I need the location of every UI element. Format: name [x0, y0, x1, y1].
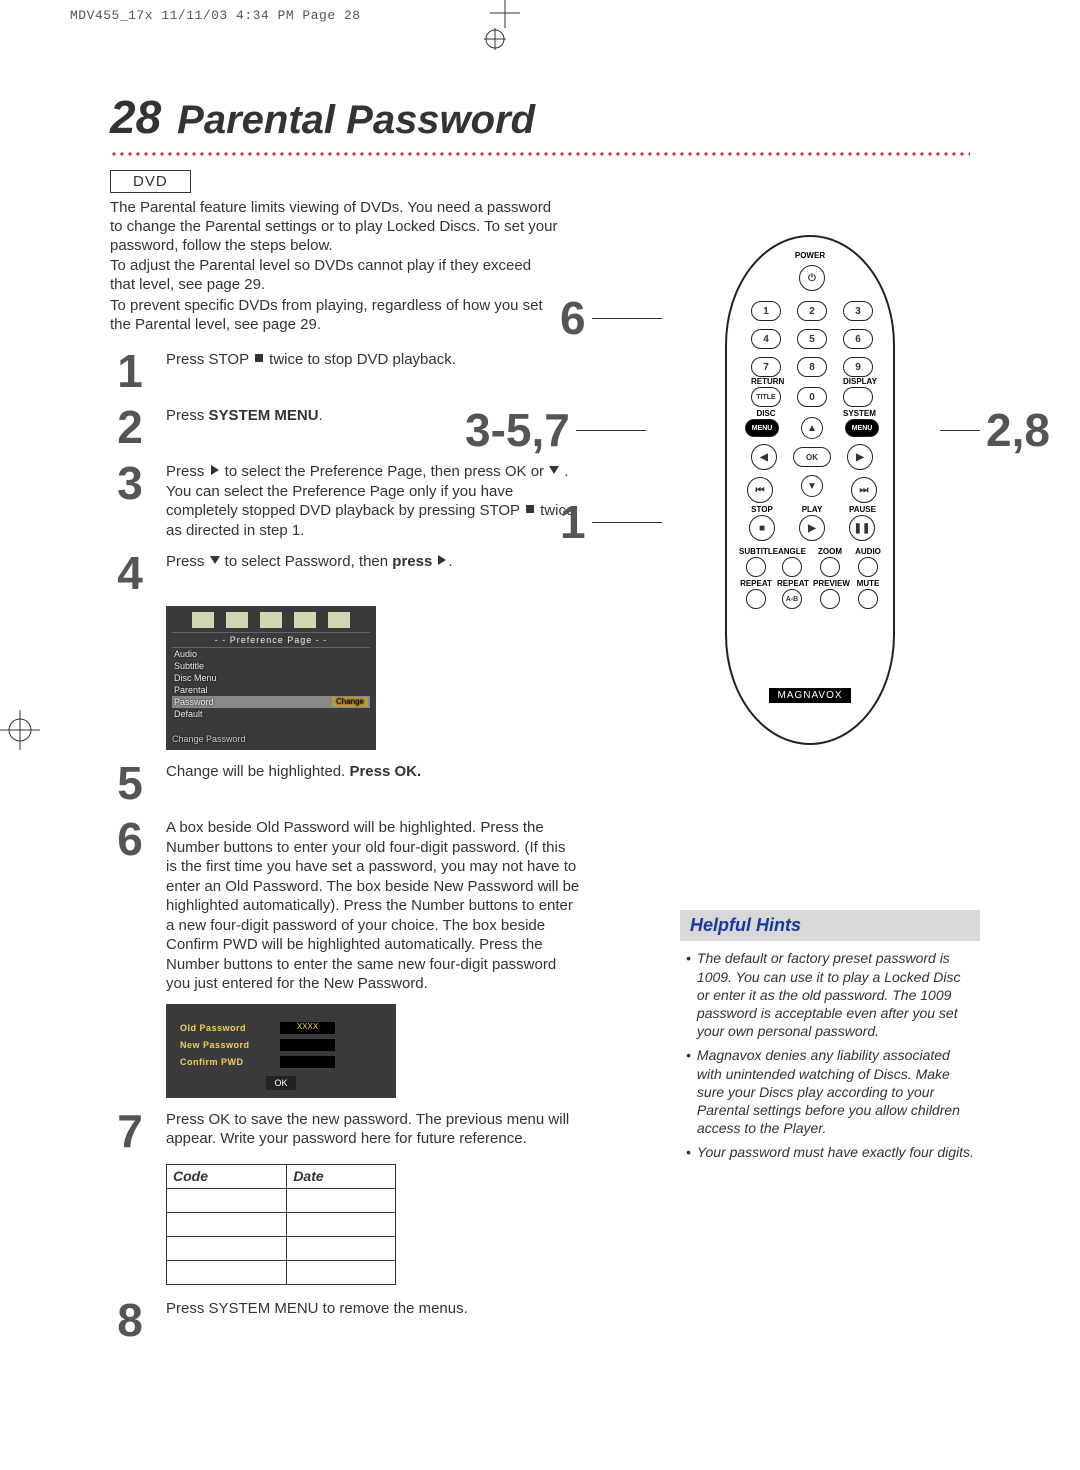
display-button[interactable] [843, 387, 873, 407]
disc-menu-button[interactable]: MENU [745, 419, 779, 437]
system-menu-button[interactable]: MENU [845, 419, 879, 437]
step-body-1: Press STOP twice to stop DVD playback. [166, 348, 580, 394]
num-6-button[interactable]: 6 [843, 329, 873, 349]
code-date-table: CodeDate [166, 1164, 396, 1285]
table-row [167, 1236, 396, 1260]
nav-right-button[interactable]: ▶ [847, 444, 873, 470]
step-body-7: Press OK to save the new password. The p… [166, 1108, 580, 1154]
num-8-button[interactable]: 8 [797, 357, 827, 377]
step-body-3: Press to select the Preference Page, the… [166, 460, 580, 540]
angle-button[interactable] [782, 557, 802, 577]
intro-p2: To adjust the Parental level so DVDs can… [110, 257, 560, 295]
table-row [167, 1260, 396, 1284]
down-icon [548, 464, 560, 476]
right-icon [209, 464, 221, 476]
zoom-button[interactable] [820, 557, 840, 577]
num-2-button[interactable]: 2 [797, 301, 827, 321]
step-body-4: Press to select Password, then press . [166, 550, 580, 596]
osd-password-entry: Old Password New Password Confirm PWD OK [166, 1004, 396, 1098]
ok-button[interactable]: OK [793, 447, 831, 467]
system-label: SYSTEM [843, 409, 873, 418]
repeat-ab-label: REPEAT [777, 579, 807, 588]
num-5-button[interactable]: 5 [797, 329, 827, 349]
repeat-ab-button[interactable]: A-B [782, 589, 802, 609]
callout-6: 6 [560, 291, 662, 345]
brand-label: MAGNAVOX [769, 688, 850, 703]
title-button[interactable]: TITLE [751, 387, 781, 407]
step-num-7: 7 [110, 1108, 150, 1154]
helpful-hints-title: Helpful Hints [680, 910, 980, 941]
disc-label: DISC [751, 409, 781, 418]
angle-label: ANGLE [777, 547, 807, 556]
step-num-3: 3 [110, 460, 150, 540]
step-body-5: Change will be highlighted. Press OK. [166, 760, 580, 806]
down-icon [209, 554, 221, 566]
callout-357: 3-5,7 [465, 403, 646, 457]
mute-button[interactable] [858, 589, 878, 609]
prev-button[interactable]: ⏮ [747, 477, 773, 503]
nav-down-button[interactable]: ▼ [801, 475, 823, 497]
play-label: PLAY [799, 505, 825, 514]
registration-mark-left [0, 700, 40, 755]
hint-1: The default or factory preset password i… [686, 949, 974, 1040]
intro-p3: To prevent specific DVDs from playing, r… [110, 297, 560, 335]
audio-label: AUDIO [853, 547, 883, 556]
power-label: POWER [727, 251, 893, 260]
play-button[interactable]: ▶ [799, 515, 825, 541]
table-row [167, 1188, 396, 1212]
stop-icon [253, 352, 265, 364]
num-1-button[interactable]: 1 [751, 301, 781, 321]
table-row [167, 1212, 396, 1236]
num-9-button[interactable]: 9 [843, 357, 873, 377]
step-body-6: A box beside Old Password will be highli… [166, 816, 580, 994]
callout-28: 2,8 [940, 403, 1050, 457]
repeat-label: REPEAT [739, 579, 773, 588]
stop-button[interactable]: ■ [749, 515, 775, 541]
mute-label: MUTE [853, 579, 883, 588]
return-label: RETURN [751, 377, 781, 386]
step-num-6: 6 [110, 816, 150, 994]
pause-label: PAUSE [849, 505, 875, 514]
zoom-label: ZOOM [815, 547, 845, 556]
subtitle-label: SUBTITLE [739, 547, 773, 556]
stop-icon [524, 503, 536, 515]
helpful-hints-box: Helpful Hints The default or factory pre… [680, 910, 980, 1173]
nav-left-button[interactable]: ◀ [751, 444, 777, 470]
step-num-1: 1 [110, 348, 150, 394]
step-num-2: 2 [110, 404, 150, 450]
preview-button[interactable] [820, 589, 840, 609]
display-label: DISPLAY [843, 377, 873, 386]
hint-3: Your password must have exactly four dig… [686, 1143, 974, 1161]
right-icon [436, 554, 448, 566]
page-title: Parental Password [177, 98, 535, 143]
stop-label: STOP [749, 505, 775, 514]
intro-p1: The Parental feature limits viewing of D… [110, 199, 560, 255]
next-button[interactable]: ⏭ [851, 477, 877, 503]
remote-control: POWER ⏻ 1 2 3 4 5 6 7 8 9 RETURN DISPLAY… [725, 235, 895, 745]
num-4-button[interactable]: 4 [751, 329, 781, 349]
step-num-8: 8 [110, 1297, 150, 1343]
step-num-5: 5 [110, 760, 150, 806]
num-0-button[interactable]: 0 [797, 387, 827, 407]
audio-button[interactable] [858, 557, 878, 577]
pause-button[interactable]: ❚❚ [849, 515, 875, 541]
nav-up-button[interactable]: ▲ [801, 417, 823, 439]
preview-label: PREVIEW [813, 579, 847, 588]
step-num-4: 4 [110, 550, 150, 596]
subtitle-button[interactable] [746, 557, 766, 577]
num-3-button[interactable]: 3 [843, 301, 873, 321]
dvd-badge: DVD [110, 170, 191, 193]
print-header: MDV455_17x 11/11/03 4:34 PM Page 28 [70, 8, 361, 23]
step-body-8: Press SYSTEM MENU to remove the menus. [166, 1297, 580, 1343]
callout-1: 1 [560, 495, 662, 549]
hint-2: Magnavox denies any liability associated… [686, 1046, 974, 1137]
repeat-button[interactable] [746, 589, 766, 609]
dotted-rule [110, 150, 970, 160]
osd-preference-page: - - Preference Page - - Audio Subtitle D… [166, 606, 376, 750]
num-7-button[interactable]: 7 [751, 357, 781, 377]
power-button[interactable]: ⏻ [799, 265, 825, 291]
page-number: 28 [110, 90, 161, 144]
